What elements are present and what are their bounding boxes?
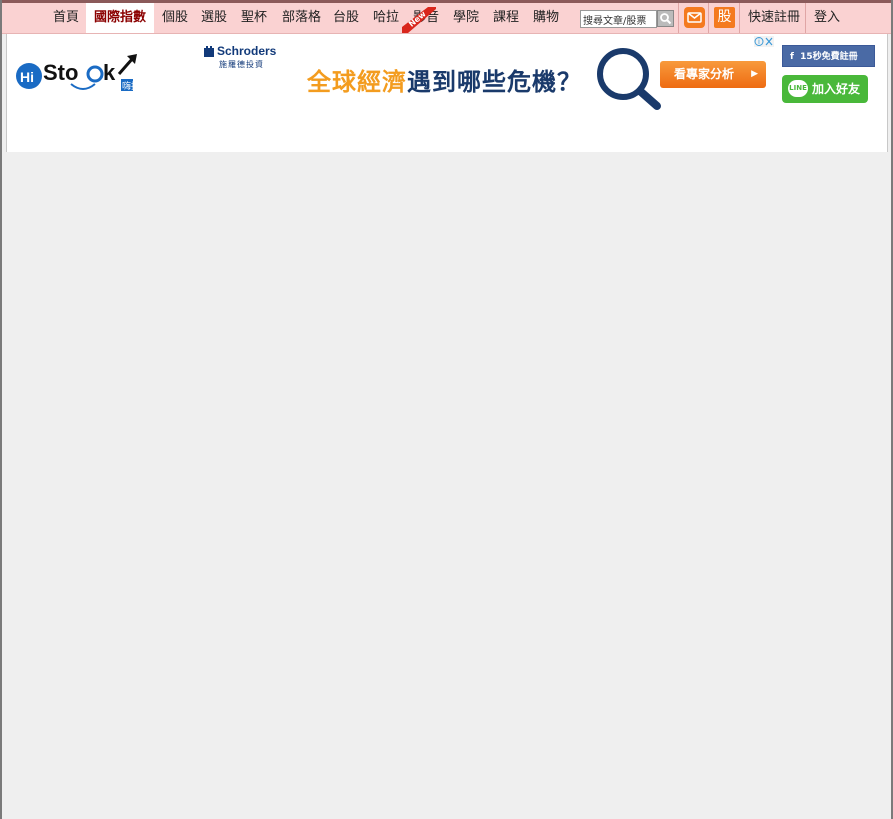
login-link[interactable]: 登入 bbox=[814, 3, 840, 33]
advertisement-banner[interactable]: Schroders 施羅德投資 全球經濟遇到哪些危機？ 看專家分析 ▶ i bbox=[197, 34, 775, 134]
svg-text:k: k bbox=[103, 60, 116, 85]
line-icon: LINE bbox=[788, 80, 808, 97]
search-icon bbox=[660, 13, 672, 25]
play-arrow-icon: ▶ bbox=[751, 69, 758, 79]
svg-text:Sto: Sto bbox=[43, 60, 78, 85]
register-link[interactable]: 快速註冊 bbox=[748, 3, 800, 33]
nav-divider bbox=[805, 3, 806, 33]
logo-sub: 嗨投資 bbox=[122, 80, 149, 92]
nav-divider bbox=[708, 3, 709, 33]
facebook-register-label: 15秒免費註冊 bbox=[800, 52, 858, 62]
magnifier-icon bbox=[597, 48, 661, 110]
schroders-logo-icon bbox=[204, 46, 214, 57]
page-content-area bbox=[2, 153, 891, 819]
ad-brand: Schroders bbox=[217, 44, 277, 58]
nav-academy[interactable]: 學院 bbox=[453, 3, 479, 33]
line-add-friend-label: 加入好友 bbox=[812, 82, 861, 96]
nav-stock-picker[interactable]: 選股 bbox=[201, 3, 227, 33]
nav-forum[interactable]: 哈拉 bbox=[373, 3, 399, 33]
new-badge-icon: New bbox=[402, 7, 436, 33]
stock-quick-button[interactable]: 股 bbox=[714, 7, 735, 28]
search-button[interactable] bbox=[657, 10, 674, 27]
mail-button[interactable] bbox=[684, 7, 705, 28]
ad-cta-button[interactable]: 看專家分析 ▶ bbox=[660, 61, 766, 88]
ad-headline-part1: 全球經濟 bbox=[307, 68, 407, 96]
nav-divider bbox=[678, 3, 679, 33]
nav-stocks[interactable]: 個股 bbox=[162, 3, 188, 33]
svg-text:i: i bbox=[758, 38, 760, 46]
nav-holy-grail[interactable]: 聖杯 bbox=[241, 3, 267, 33]
site-header: Hi Sto k 嗨投資 Schroders 施羅德投資 全球經濟遇到哪些危機？… bbox=[6, 34, 888, 152]
main-nav: 首頁 國際指數 個股 選股 聖杯 部落格 台股 哈拉 影音 New 學院 課程 … bbox=[2, 3, 891, 34]
nav-tw-stock[interactable]: 台股 bbox=[333, 3, 359, 33]
facebook-icon: f bbox=[790, 52, 794, 62]
ad-choices-icon[interactable]: i bbox=[754, 36, 774, 47]
nav-international-index[interactable]: 國際指數 bbox=[86, 3, 155, 33]
ad-brand-sub: 施羅德投資 bbox=[219, 60, 264, 69]
nav-blog[interactable]: 部落格 bbox=[282, 3, 321, 33]
nav-home[interactable]: 首頁 bbox=[53, 3, 79, 33]
nav-courses[interactable]: 課程 bbox=[493, 3, 519, 33]
facebook-register-button[interactable]: f 15秒免費註冊 bbox=[782, 45, 875, 67]
ad-headline: 全球經濟遇到哪些危機？ bbox=[307, 62, 582, 97]
mail-icon bbox=[687, 12, 702, 23]
histock-logo[interactable]: Hi Sto k 嗨投資 bbox=[15, 52, 165, 96]
ad-cta-label: 看專家分析 bbox=[674, 67, 735, 81]
ad-headline-part2: 遇到哪些危機？ bbox=[407, 68, 582, 96]
svg-text:Hi: Hi bbox=[20, 69, 34, 85]
line-add-friend-button[interactable]: LINE 加入好友 bbox=[782, 75, 868, 103]
nav-shopping[interactable]: 購物 bbox=[533, 3, 559, 33]
search-input[interactable] bbox=[580, 10, 657, 28]
nav-divider bbox=[739, 3, 740, 33]
